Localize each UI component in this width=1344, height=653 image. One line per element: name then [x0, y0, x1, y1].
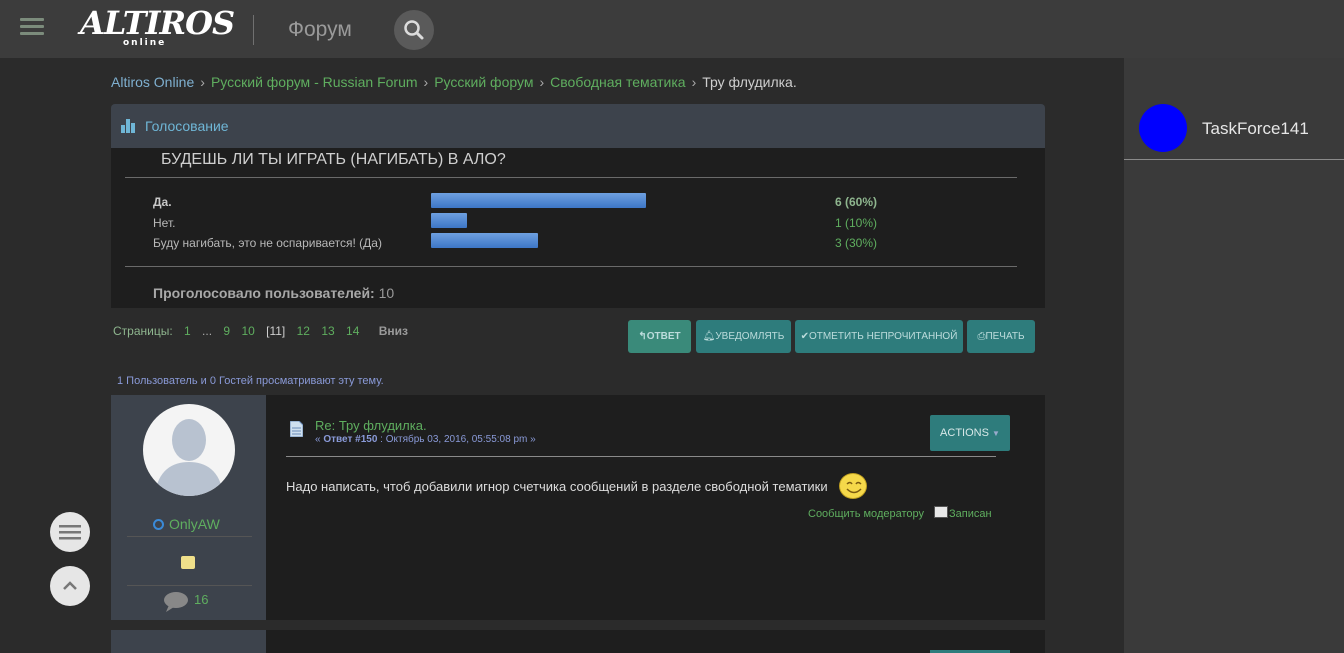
page-link[interactable]: 9	[223, 324, 230, 338]
right-sidebar: TaskForce141	[1124, 58, 1344, 653]
section-title: Форум	[288, 18, 352, 41]
check-icon: ✔	[800, 331, 809, 342]
page-link[interactable]: 14	[346, 324, 359, 338]
post-content-panel: Re: Тру флудилка. « Ответ #150 : Октябрь…	[266, 395, 1045, 620]
poll-option-result: 6 (60%)	[835, 195, 878, 209]
menu-icon[interactable]	[20, 18, 44, 38]
smiley-icon	[839, 473, 867, 499]
post-reply-number[interactable]: Ответ #150	[323, 434, 377, 445]
post-body: Надо написать, чтоб добавили игнор счетч…	[286, 479, 828, 494]
document-icon	[290, 421, 303, 437]
poll-total-value: 10	[378, 285, 395, 301]
top-header: ALTIROS online Форум	[0, 0, 1344, 58]
mark-unread-button[interactable]: ✔ОТМЕТИТЬ НЕПРОЧИТАННОЙ	[795, 320, 963, 353]
user-name[interactable]: TaskForce141	[1202, 119, 1309, 139]
pagination-label: Страницы:	[113, 324, 173, 338]
notify-button[interactable]: 🔔︎УВЕДОМЛЯТЬ	[696, 320, 791, 353]
post-divider	[286, 456, 996, 457]
poll-option-label: Буду нагибать, это не оспаривается! (Да)	[153, 236, 382, 250]
reply-icon: ↰	[638, 331, 647, 342]
breadcrumb: Altiros Online › Русский форум - Russian F…	[111, 74, 797, 90]
go-down-link[interactable]: Вниз	[379, 324, 408, 338]
post-author-panel: OnlyAW 16	[111, 395, 266, 620]
poll-divider-top	[125, 177, 1017, 178]
menu-icon	[59, 525, 81, 540]
avatar[interactable]	[143, 404, 235, 496]
user-profile-link[interactable]: TaskForce141	[1124, 100, 1344, 160]
avatar[interactable]	[1139, 104, 1187, 152]
poll-option-result: 1 (10%)	[835, 216, 878, 230]
floating-menu-button[interactable]	[50, 512, 90, 552]
comment-icon	[164, 592, 188, 612]
pagination-ellipsis: ...	[202, 324, 213, 338]
next-post-author-panel	[111, 630, 266, 653]
poll-body: БУДЕШЬ ЛИ ТЫ ИГРАТЬ (НАГИБАТЬ) В АЛО? Да…	[111, 148, 1045, 308]
viewers-info: 1 Пользователь и 0 Гостей просматривают …	[117, 375, 384, 387]
poll-total-label: Проголосовало пользователей:	[153, 285, 375, 301]
poll-header: Голосование	[111, 104, 1045, 148]
chevron-up-icon	[63, 581, 77, 590]
reply-button[interactable]: ↰ОТВЕТ	[628, 320, 691, 353]
scroll-top-button[interactable]	[50, 566, 90, 606]
poll-option-label: Да.	[153, 195, 172, 209]
default-user-icon	[155, 419, 223, 496]
next-post-content-panel	[266, 630, 1045, 653]
ip-logged-icon	[934, 506, 948, 518]
post-author-link[interactable]: OnlyAW	[153, 516, 220, 532]
rank-star-icon	[181, 556, 195, 569]
header-divider	[253, 15, 254, 45]
poll-title: Голосование	[145, 118, 229, 134]
logged-label: Записан	[949, 508, 992, 520]
page-link[interactable]: 1	[184, 324, 191, 338]
author-divider	[127, 536, 252, 537]
site-logo[interactable]: ALTIROS online	[80, 4, 235, 52]
poll-bar	[431, 233, 538, 248]
actions-button[interactable]: ACTIONS ▼	[930, 415, 1010, 451]
logo-subtext: online	[123, 38, 167, 48]
current-page: [11]	[266, 324, 286, 338]
poll-total: Проголосовало пользователей: 10	[153, 285, 394, 301]
logo-text: ALTIROS	[80, 4, 235, 42]
poll-chart-icon	[121, 119, 135, 133]
breadcrumb-russian-forum[interactable]: Русский форум - Russian Forum	[211, 74, 418, 90]
poll-option-label: Нет.	[153, 216, 176, 230]
page-link[interactable]: 13	[321, 324, 334, 338]
offline-status-icon	[153, 519, 164, 530]
poll-bar	[431, 193, 646, 208]
post-subject-link[interactable]: Re: Тру флудилка.	[315, 418, 427, 433]
breadcrumb-russian-board[interactable]: Русский форум	[434, 74, 533, 90]
post-count: 16	[194, 592, 209, 607]
pagination: Страницы: 1 ... 9 10 [11] 12 13 14 Вниз	[113, 324, 408, 338]
breadcrumb-free-topic[interactable]: Свободная тематика	[550, 74, 685, 90]
post-date: : Октябрь 03, 2016, 05:55:08 pm »	[377, 434, 536, 445]
poll-question: БУДЕШЬ ЛИ ТЫ ИГРАТЬ (НАГИБАТЬ) В АЛО?	[161, 151, 506, 168]
report-moderator-link[interactable]: Сообщить модератору	[808, 508, 924, 520]
bell-icon: 🔔︎	[702, 331, 716, 342]
print-button[interactable]: ⎙ПЕЧАТЬ	[967, 320, 1035, 353]
breadcrumb-home[interactable]: Altiros Online	[111, 74, 194, 90]
poll-bar	[431, 213, 467, 228]
poll-divider-bottom	[125, 266, 1017, 267]
page-link[interactable]: 10	[241, 324, 254, 338]
breadcrumb-current: Тру флудилка.	[702, 74, 797, 90]
post-meta: « Ответ #150 : Октябрь 03, 2016, 05:55:0…	[315, 434, 536, 445]
page-link[interactable]: 12	[297, 324, 310, 338]
search-icon	[404, 20, 424, 40]
poll-option-result: 3 (30%)	[835, 236, 878, 250]
search-button[interactable]	[394, 10, 434, 50]
author-divider	[127, 585, 252, 586]
chevron-down-icon: ▼	[992, 429, 1000, 438]
